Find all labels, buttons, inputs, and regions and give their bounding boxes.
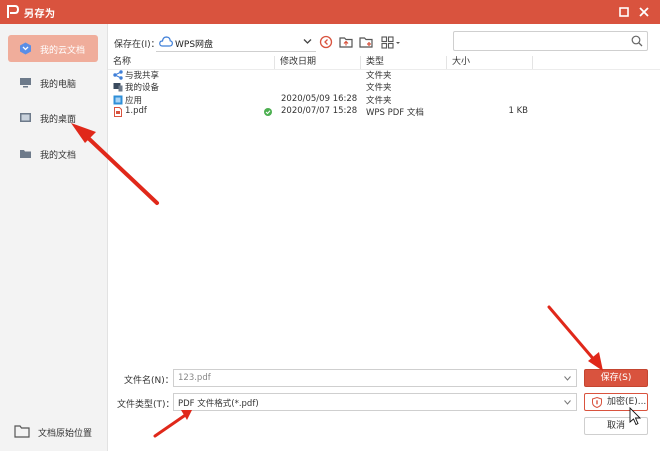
arrow-to-filetype [153, 410, 192, 438]
file-type: 文件夹 [366, 83, 392, 93]
file-type: 文件夹 [366, 71, 392, 81]
maximize-icon[interactable] [616, 4, 632, 20]
file-type: WPS PDF 文档 [366, 108, 424, 118]
folder-icon [20, 150, 31, 158]
file-list: 名称 修改日期 类型 大小 与我共享 文件夹 我的设备 文件夹 应用 2020/… [108, 56, 660, 356]
cancel-button[interactable]: 取消 [584, 417, 648, 435]
cloud-doc-icon [20, 42, 31, 55]
chevron-down-icon[interactable] [564, 376, 571, 381]
column-header-type[interactable]: 类型 [360, 56, 384, 69]
encrypt-label: 加密(E)... [607, 397, 647, 407]
filename-field[interactable]: 123.pdf [173, 369, 577, 387]
search-box [453, 31, 648, 51]
file-name: 我的设备 [125, 83, 160, 93]
sidebar-item-label: 我的文档 [40, 151, 77, 161]
search-icon[interactable] [631, 35, 643, 47]
sidebar-item-computer[interactable]: 我的电脑 [8, 69, 98, 96]
window-title: 另存为 [24, 9, 56, 20]
file-name: 应用 [125, 96, 143, 106]
back-icon[interactable] [318, 34, 334, 50]
folder-outline-icon [14, 425, 30, 438]
file-size: 1 KB [508, 106, 528, 116]
pdf-icon [114, 107, 122, 117]
file-name: 1.pdf [125, 106, 147, 116]
file-modified: 2020/05/09 16:28 [281, 94, 358, 104]
sidebar-item-label: 我的云文档 [40, 46, 86, 56]
app-icon [113, 95, 123, 105]
desktop-icon [20, 113, 31, 122]
chevron-down-icon[interactable] [564, 400, 571, 405]
original-location-label: 文档原始位置 [38, 429, 93, 439]
filetype-dropdown[interactable]: PDF 文件格式(*.pdf) [173, 393, 577, 411]
column-header-modified[interactable]: 修改日期 [274, 56, 316, 69]
file-row-pdf[interactable]: 1.pdf 2020/07/07 15:28 WPS PDF 文档 1 KB [108, 106, 660, 118]
sync-check-icon [264, 108, 272, 116]
shield-icon [592, 397, 602, 408]
file-modified: 2020/07/07 15:28 [281, 106, 358, 116]
search-input[interactable] [458, 33, 628, 49]
column-header-name[interactable]: 名称 [108, 56, 131, 69]
wps-logo-icon [7, 5, 20, 18]
file-name: 与我共享 [125, 71, 160, 81]
encrypt-button[interactable]: 加密(E)... [584, 393, 648, 411]
sidebar-item-cloud-docs[interactable]: 我的云文档 [8, 35, 98, 62]
file-row-apps[interactable]: 应用 2020/05/09 16:28 文件夹 [108, 94, 660, 106]
chevron-down-icon [303, 39, 312, 44]
sidebar-item-documents[interactable]: 我的文档 [8, 140, 98, 167]
sidebar: 我的云文档 我的电脑 我的桌面 我的文档 文档原始位置 [0, 24, 108, 451]
up-folder-icon[interactable] [338, 34, 354, 50]
filename-label: 文件名(N)： [124, 376, 174, 386]
close-icon[interactable] [636, 4, 652, 20]
column-header-blank [532, 56, 660, 69]
save-in-label: 保存在(I)： [114, 40, 160, 50]
sidebar-item-label: 我的桌面 [40, 115, 77, 125]
file-row-shared[interactable]: 与我共享 文件夹 [108, 69, 660, 81]
computer-icon [20, 78, 31, 88]
sidebar-item-desktop[interactable]: 我的桌面 [8, 104, 98, 131]
sidebar-item-label: 我的电脑 [40, 80, 77, 90]
share-icon [113, 70, 123, 80]
cloud-icon [159, 36, 173, 47]
filename-value: 123.pdf [178, 373, 211, 383]
file-type: 文件夹 [366, 96, 392, 106]
view-mode-icon[interactable] [380, 34, 402, 50]
location-value: WPS网盘 [175, 40, 214, 50]
new-folder-icon[interactable] [358, 34, 374, 50]
filetype-label: 文件类型(T)： [117, 400, 175, 410]
original-location-link[interactable]: 文档原始位置 [14, 424, 106, 440]
file-row-devices[interactable]: 我的设备 文件夹 [108, 81, 660, 93]
location-dropdown[interactable]: WPS网盘 [156, 32, 316, 52]
save-button[interactable]: 保存(S) [584, 369, 648, 387]
title-bar: 另存为 [0, 0, 660, 24]
column-header-size[interactable]: 大小 [446, 56, 470, 69]
device-icon [113, 83, 123, 92]
filetype-value: PDF 文件格式(*.pdf) [178, 399, 259, 409]
